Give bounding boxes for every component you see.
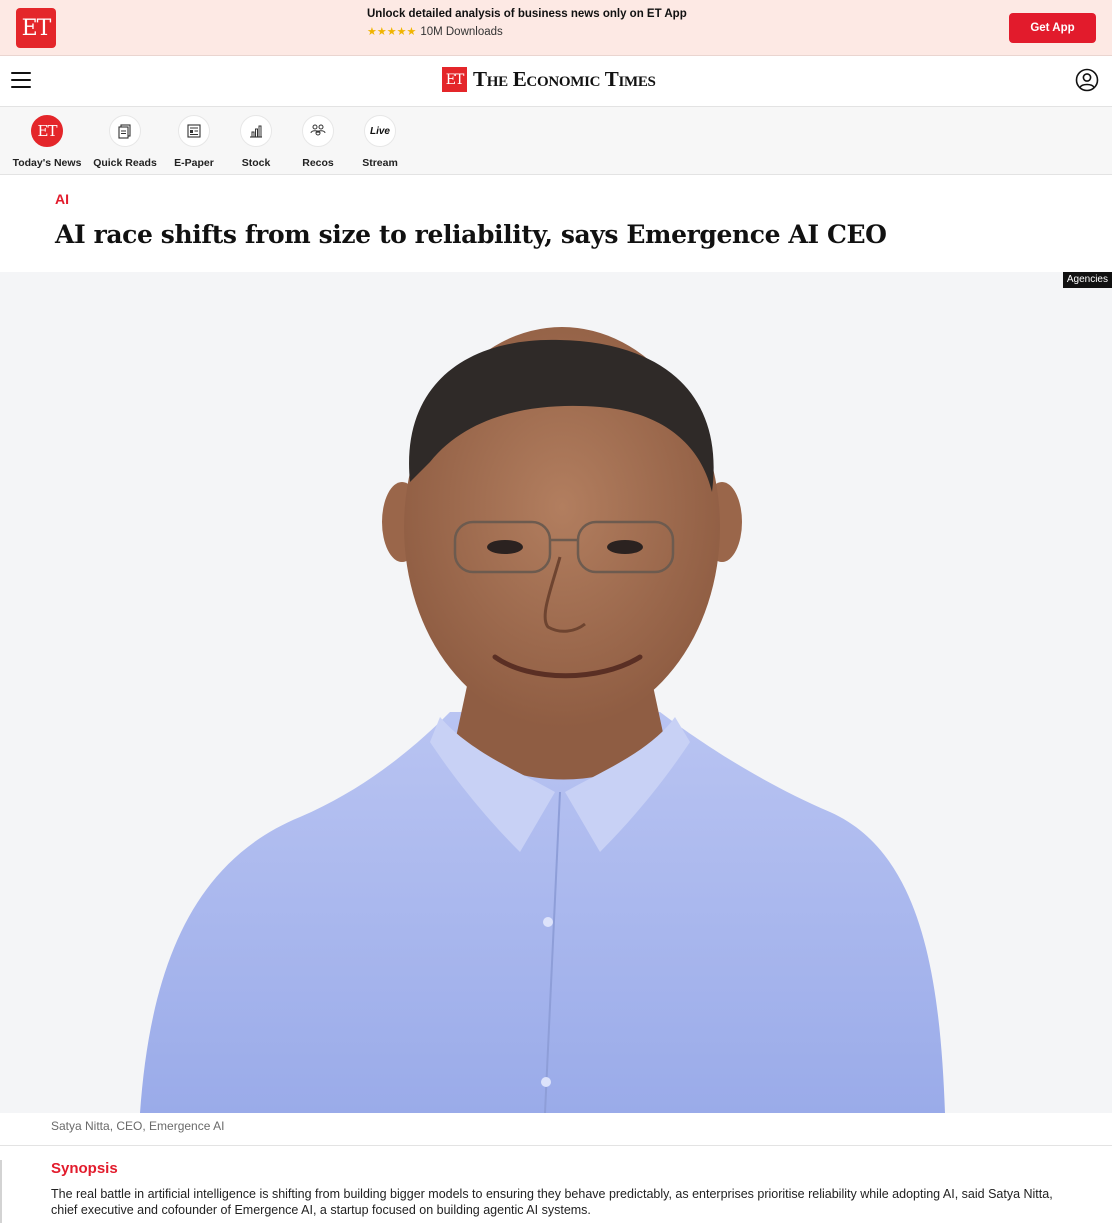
- app-download-banner: ET Unlock detailed analysis of business …: [0, 0, 1112, 56]
- quicknav-stock[interactable]: Stock: [236, 115, 276, 169]
- downloads-count: 10M Downloads: [420, 25, 503, 38]
- quicknav-e-paper[interactable]: E-Paper: [172, 115, 216, 169]
- quicknav-quick-reads[interactable]: Quick Reads: [92, 115, 158, 169]
- quicknav-stream[interactable]: Live Stream: [358, 115, 402, 169]
- quicknav-recos[interactable]: Recos: [298, 115, 338, 169]
- rating-stars-icon: ★★★★★: [367, 26, 417, 38]
- banner-text: Unlock detailed analysis of business new…: [367, 8, 687, 38]
- quick-reads-icon: [109, 115, 141, 147]
- hamburger-menu-icon[interactable]: [11, 72, 31, 88]
- paper-name: The Economic Times: [473, 67, 656, 91]
- recos-people-icon: [302, 115, 334, 147]
- newspaper-icon: [178, 115, 210, 147]
- site-logo[interactable]: ET The Economic Times: [442, 67, 656, 92]
- quick-nav-bar: ET Today's News Quick Reads E-Paper Stoc…: [0, 107, 1112, 175]
- divider: [0, 1145, 1112, 1146]
- banner-rating: ★★★★★ 10M Downloads: [367, 25, 687, 39]
- synopsis-title: Synopsis: [51, 1160, 118, 1177]
- get-app-button[interactable]: Get App: [1009, 13, 1096, 43]
- user-account-icon[interactable]: [1075, 68, 1099, 92]
- site-header: ET The Economic Times: [0, 56, 1112, 107]
- synopsis-accent-bar: [0, 1160, 2, 1223]
- synopsis-text: The real battle in artificial intelligen…: [51, 1187, 1053, 1217]
- quicknav-todays-news[interactable]: ET Today's News: [12, 115, 82, 169]
- article-headline: AI race shifts from size to reliability,…: [55, 220, 887, 249]
- live-icon: Live: [364, 115, 396, 147]
- article-hero-image: [0, 272, 1112, 1113]
- et-logo-icon: ET: [31, 115, 63, 147]
- et-app-logo[interactable]: ET: [16, 8, 56, 48]
- stock-chart-icon: [240, 115, 272, 147]
- et-logo-icon: ET: [442, 67, 467, 92]
- image-caption: Satya Nitta, CEO, Emergence AI: [51, 1119, 225, 1133]
- banner-headline: Unlock detailed analysis of business new…: [367, 8, 687, 20]
- article-section-link[interactable]: AI: [55, 191, 69, 207]
- image-credit: Agencies: [1062, 272, 1112, 288]
